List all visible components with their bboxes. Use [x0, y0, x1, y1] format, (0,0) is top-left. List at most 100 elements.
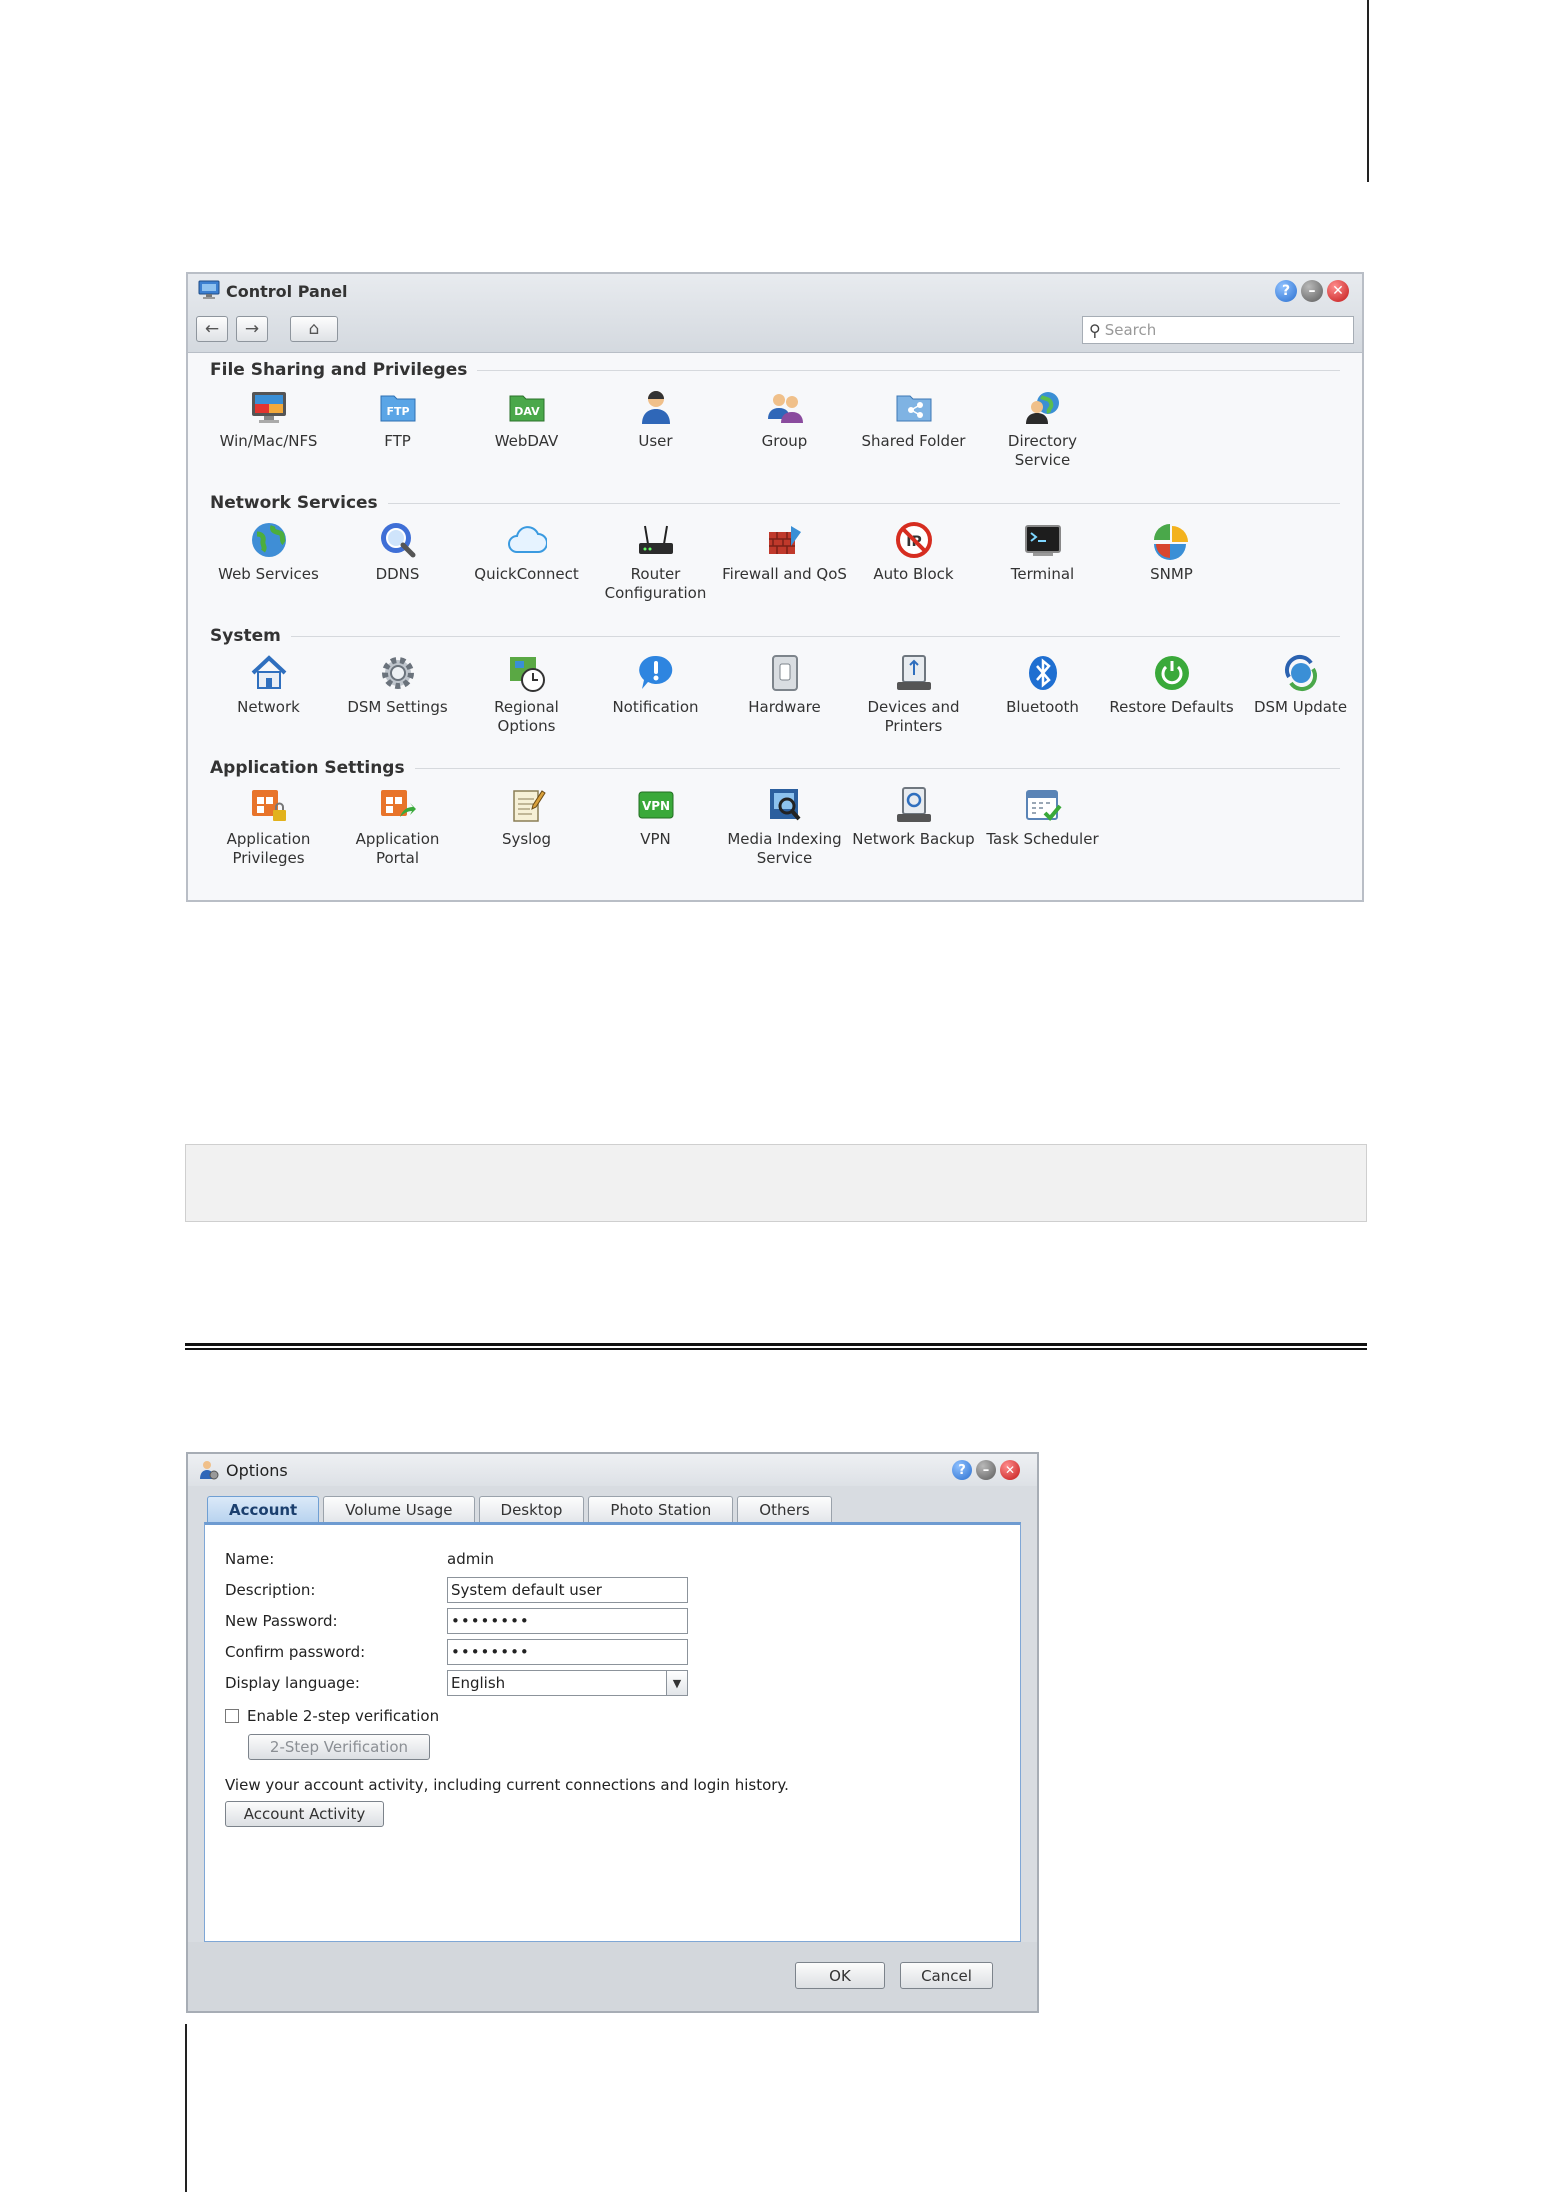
tab-account[interactable]: Account [207, 1496, 320, 1522]
cp-item-webdav[interactable]: DAV WebDAV [462, 386, 591, 470]
shared-folder-icon [893, 386, 935, 428]
tab-desktop[interactable]: Desktop [478, 1496, 585, 1522]
globe-icon [248, 519, 290, 561]
home-button[interactable]: ⌂ [290, 316, 338, 342]
minimize-icon[interactable]: – [976, 1460, 996, 1480]
cp-item-firewall-and-qos[interactable]: Firewall and QoS [720, 519, 849, 603]
group-icon [764, 386, 806, 428]
options-window: Options ? – ✕ Account Volume Usage Deskt… [186, 1452, 1039, 2013]
description-input[interactable]: System default user [447, 1577, 688, 1603]
calendar-check-icon [1022, 784, 1064, 826]
cp-item-snmp[interactable]: SNMP [1107, 519, 1236, 603]
options-titlebar: Options ? – ✕ [188, 1454, 1037, 1486]
cp-item-network-backup[interactable]: Network Backup [849, 784, 978, 868]
cp-item-user[interactable]: User [591, 386, 720, 470]
cp-item-label: Bluetooth [1006, 698, 1079, 716]
cp-item-devices-and-printers[interactable]: Devices and Printers [849, 652, 978, 736]
close-icon[interactable]: ✕ [1000, 1460, 1020, 1480]
section-system: System [210, 626, 1340, 646]
section-title: Network Services [210, 493, 378, 513]
cp-item-web-services[interactable]: Web Services [204, 519, 333, 603]
usb-drive-icon [893, 652, 935, 694]
minimize-icon[interactable]: – [1301, 280, 1323, 302]
cp-item-router-configuration[interactable]: Router Configuration [591, 519, 720, 603]
cp-item-hardware[interactable]: Hardware [720, 652, 849, 736]
cp-item-application-portal[interactable]: Application Portal [333, 784, 462, 868]
two-step-checkbox-row: Enable 2-step verification [225, 1707, 439, 1725]
display-language-label: Display language: [225, 1674, 360, 1692]
tab-volume-usage[interactable]: Volume Usage [323, 1496, 475, 1522]
cp-item-media-indexing-service[interactable]: Media Indexing Service [720, 784, 849, 868]
cp-item-label: Application Privileges [226, 830, 311, 867]
page-note-box [185, 1144, 1367, 1222]
cp-item-ddns[interactable]: DDNS [333, 519, 462, 603]
vpn-icon: VPN [635, 784, 677, 826]
confirm-password-input[interactable]: •••••••• [447, 1639, 688, 1665]
cp-item-directory-service[interactable]: Directory Service [978, 386, 1107, 470]
cp-item-notification[interactable]: Notification [591, 652, 720, 736]
cp-item-label: Application Portal [355, 830, 440, 867]
control-panel-title: Control Panel [226, 282, 348, 301]
bluetooth-icon [1022, 652, 1064, 694]
two-step-checkbox[interactable] [225, 1709, 239, 1723]
cp-item-label: DDNS [375, 565, 420, 583]
cp-item-label: Router Configuration [604, 565, 707, 602]
svg-text:FTP: FTP [386, 405, 409, 418]
ok-button[interactable]: OK [795, 1962, 885, 1989]
cp-item-regional-options[interactable]: Regional Options [462, 652, 591, 736]
cp-item-group[interactable]: Group [720, 386, 849, 470]
section-system-items: Network DSM Settings Regional Options No… [204, 652, 1365, 736]
account-activity-button[interactable]: Account Activity [225, 1801, 384, 1827]
new-password-input[interactable]: •••••••• [447, 1608, 688, 1634]
two-step-verification-button[interactable]: 2-Step Verification [248, 1734, 430, 1760]
cp-item-win-mac-nfs[interactable]: Win/Mac/NFS [204, 386, 333, 470]
display-language-select[interactable]: English ▼ [447, 1670, 688, 1696]
options-tabs: Account Volume Usage Desktop Photo Stati… [207, 1496, 832, 1522]
cp-item-ftp[interactable]: FTP FTP [333, 386, 462, 470]
search-input[interactable]: ⚲ Search [1082, 316, 1354, 344]
cp-item-task-scheduler[interactable]: Task Scheduler [978, 784, 1107, 868]
cp-item-vpn[interactable]: VPN VPN [591, 784, 720, 868]
close-icon[interactable]: ✕ [1327, 280, 1349, 302]
cp-item-label: WebDAV [494, 432, 559, 450]
cp-item-label: Devices and Printers [867, 698, 960, 735]
map-clock-icon [506, 652, 548, 694]
cp-item-label: Group [761, 432, 808, 450]
network-backup-icon [893, 784, 935, 826]
cp-item-dsm-update[interactable]: DSM Update [1236, 652, 1365, 736]
update-icon [1280, 652, 1322, 694]
cancel-button[interactable]: Cancel [900, 1962, 993, 1989]
cp-item-syslog[interactable]: Syslog [462, 784, 591, 868]
cp-item-quickconnect[interactable]: QuickConnect [462, 519, 591, 603]
window-controls: ? – ✕ [952, 1460, 1020, 1480]
cp-item-dsm-settings[interactable]: DSM Settings [333, 652, 462, 736]
help-icon[interactable]: ? [952, 1460, 972, 1480]
monitor-icon [248, 386, 290, 428]
cp-item-shared-folder[interactable]: Shared Folder [849, 386, 978, 470]
directory-service-icon [1022, 386, 1064, 428]
terminal-icon [1022, 519, 1064, 561]
firewall-icon [764, 519, 806, 561]
cp-item-auto-block[interactable]: IP Auto Block [849, 519, 978, 603]
cp-item-label: Task Scheduler [986, 830, 1099, 848]
chevron-down-icon[interactable]: ▼ [666, 1671, 687, 1695]
forward-button[interactable]: → [236, 316, 268, 342]
user-settings-icon [198, 1459, 220, 1485]
cp-item-label: Restore Defaults [1109, 698, 1234, 716]
arrow-right-icon: → [244, 319, 260, 339]
help-icon[interactable]: ? [1275, 280, 1297, 302]
cp-item-terminal[interactable]: Terminal [978, 519, 1107, 603]
gear-icon [377, 652, 419, 694]
back-button[interactable]: ← [196, 316, 228, 342]
cp-item-restore-defaults[interactable]: Restore Defaults [1107, 652, 1236, 736]
tab-others[interactable]: Others [737, 1496, 832, 1522]
cp-item-bluetooth[interactable]: Bluetooth [978, 652, 1107, 736]
cp-item-application-privileges[interactable]: Application Privileges [204, 784, 333, 868]
cp-item-label: VPN [640, 830, 671, 848]
cp-item-label: Directory Service [1007, 432, 1078, 469]
cp-item-network[interactable]: Network [204, 652, 333, 736]
name-value: admin [447, 1550, 494, 1568]
svg-text:DAV: DAV [514, 405, 540, 418]
confirm-password-label: Confirm password: [225, 1643, 366, 1661]
tab-photo-station[interactable]: Photo Station [588, 1496, 734, 1522]
